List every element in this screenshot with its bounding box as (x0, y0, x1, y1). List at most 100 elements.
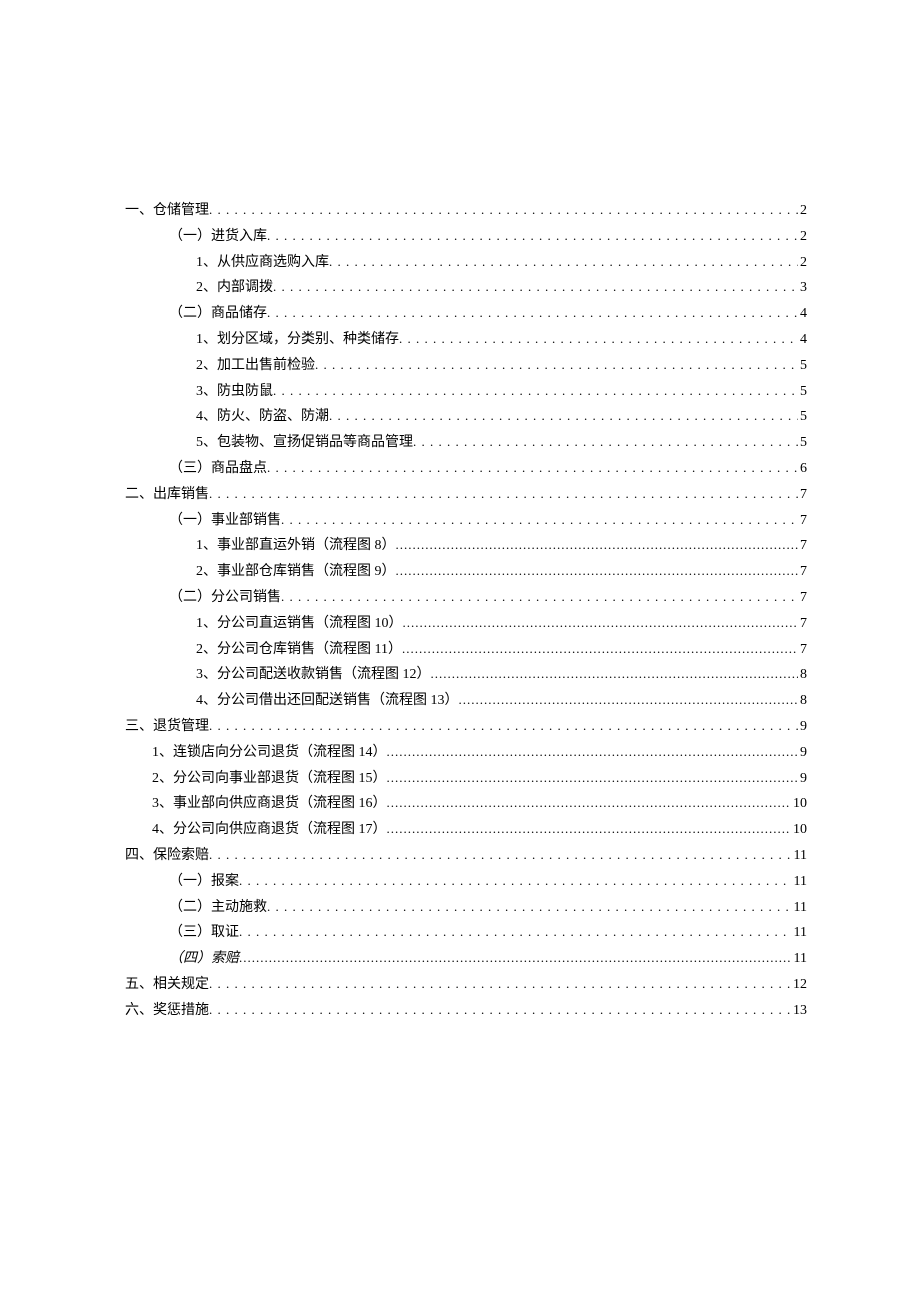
toc-entry[interactable]: （三）商品盘点. . . . . . . . . . . . . . . . .… (125, 456, 807, 482)
toc-entry[interactable]: 四、保险索赔. . . . . . . . . . . . . . . . . … (125, 843, 807, 869)
toc-entry-title: 二、出库销售 (125, 483, 209, 508)
toc-entry-title: 2、内部调拨 (196, 276, 273, 301)
toc-leader-dots: . . . . . . . . . . . . . . . . . . . . … (399, 327, 798, 352)
toc-entry-title: （三）取证 (169, 921, 239, 946)
toc-entry[interactable]: 4、分公司向供应商退货（流程图 17） ....................… (125, 817, 807, 843)
toc-entry[interactable]: 1、从供应商选购入库 . . . . . . . . . . . . . . .… (125, 250, 807, 276)
toc-entry[interactable]: 1、事业部直运外销（流程图 8） .......................… (125, 533, 807, 559)
toc-entry-page: 9 (798, 715, 807, 740)
toc-entry[interactable]: （一）报案. . . . . . . . . . . . . . . . . .… (125, 869, 807, 895)
toc-entry-title: 2、加工出售前检验 (196, 354, 315, 379)
toc-entry-title: 4、分公司借出还回配送销售（流程图 13） (196, 689, 459, 714)
toc-entry-page: 5 (798, 354, 807, 379)
toc-entry[interactable]: 2、加工出售前检验 . . . . . . . . . . . . . . . … (125, 353, 807, 379)
toc-entry-page: 5 (798, 380, 807, 405)
toc-entry[interactable]: 5、包装物、宣扬促销品等商品管理 . . . . . . . . . . . .… (125, 430, 807, 456)
toc-entry[interactable]: （一）事业部销售. . . . . . . . . . . . . . . . … (125, 508, 807, 534)
toc-entry-page: 9 (798, 741, 807, 766)
toc-entry[interactable]: 3、防虫防鼠 . . . . . . . . . . . . . . . . .… (125, 379, 807, 405)
toc-entry[interactable]: 1、划分区域，分类别、种类储存 . . . . . . . . . . . . … (125, 327, 807, 353)
toc-entry-page: 4 (798, 302, 807, 327)
toc-entry[interactable]: 3、分公司配送收款销售（流程图 12） ....................… (125, 662, 807, 688)
toc-entry-title: 3、事业部向供应商退货（流程图 16） (152, 792, 387, 817)
toc-leader-dots: ........................................… (403, 611, 799, 636)
toc-leader-dots: . . . . . . . . . . . . . . . . . . . . … (209, 482, 798, 507)
toc-entry[interactable]: （二）分公司销售. . . . . . . . . . . . . . . . … (125, 585, 807, 611)
toc-leader-dots: ........................................… (239, 946, 792, 971)
toc-leader-dots: . . . . . . . . . . . . . . . . . . . . … (315, 353, 798, 378)
toc-entry-page: 2 (798, 225, 807, 250)
toc-leader-dots: . . . . . . . . . . . . . . . . . . . . … (267, 456, 798, 481)
toc-entry-title: 六、奖惩措施 (125, 999, 209, 1024)
toc-leader-dots: . . . . . . . . . . . . . . . . . . . . … (413, 430, 798, 455)
toc-entry[interactable]: （二）商品储存. . . . . . . . . . . . . . . . .… (125, 301, 807, 327)
toc-entry-page: 11 (792, 921, 807, 946)
toc-entry-title: 3、分公司配送收款销售（流程图 12） (196, 663, 431, 688)
toc-entry-title: 4、防火、防盗、防潮 (196, 405, 329, 430)
toc-entry[interactable]: 2、事业部仓库销售（流程图 9） .......................… (125, 559, 807, 585)
toc-entry-title: 2、事业部仓库销售（流程图 9） (196, 560, 396, 585)
toc-entry-page: 3 (798, 276, 807, 301)
toc-entry-page: 7 (798, 586, 807, 611)
toc-entry-title: 1、事业部直运外销（流程图 8） (196, 534, 396, 559)
table-of-contents: 一、仓储管理. . . . . . . . . . . . . . . . . … (125, 198, 807, 1024)
toc-leader-dots: . . . . . . . . . . . . . . . . . . . . … (209, 998, 791, 1023)
toc-entry-title: （一）进货入库 (169, 225, 267, 250)
toc-entry[interactable]: 2、分公司向事业部退货（流程图 15） ....................… (125, 766, 807, 792)
toc-entry-page: 13 (791, 999, 807, 1024)
toc-entry-title: （三）商品盘点 (169, 457, 267, 482)
toc-leader-dots: . . . . . . . . . . . . . . . . . . . . … (239, 869, 792, 894)
toc-leader-dots: . . . . . . . . . . . . . . . . . . . . … (239, 920, 792, 945)
toc-entry-page: 5 (798, 405, 807, 430)
toc-entry[interactable]: 二、出库销售. . . . . . . . . . . . . . . . . … (125, 482, 807, 508)
toc-entry-title: 3、防虫防鼠 (196, 380, 273, 405)
toc-entry-page: 11 (792, 844, 807, 869)
toc-entry[interactable]: （四）索赔...................................… (125, 946, 807, 972)
toc-leader-dots: ........................................… (459, 688, 799, 713)
toc-entry-title: 1、分公司直运销售（流程图 10） (196, 612, 403, 637)
toc-leader-dots: . . . . . . . . . . . . . . . . . . . . … (267, 301, 798, 326)
toc-entry[interactable]: （二）主动施救. . . . . . . . . . . . . . . . .… (125, 895, 807, 921)
toc-leader-dots: . . . . . . . . . . . . . . . . . . . . … (273, 379, 798, 404)
toc-entry-page: 10 (791, 792, 807, 817)
toc-leader-dots: ........................................… (387, 740, 799, 765)
toc-entry[interactable]: 六、奖惩措施. . . . . . . . . . . . . . . . . … (125, 998, 807, 1024)
toc-entry[interactable]: （三）取证. . . . . . . . . . . . . . . . . .… (125, 920, 807, 946)
toc-entry-page: 4 (798, 328, 807, 353)
toc-entry-title: （一）事业部销售 (169, 509, 281, 534)
toc-leader-dots: . . . . . . . . . . . . . . . . . . . . … (209, 198, 798, 223)
toc-leader-dots: . . . . . . . . . . . . . . . . . . . . … (329, 404, 798, 429)
toc-leader-dots: . . . . . . . . . . . . . . . . . . . . … (209, 714, 798, 739)
toc-entry[interactable]: 一、仓储管理. . . . . . . . . . . . . . . . . … (125, 198, 807, 224)
toc-entry-title: 5、包装物、宣扬促销品等商品管理 (196, 431, 413, 456)
toc-entry-title: （四）索赔 (169, 947, 239, 972)
toc-entry-page: 6 (798, 457, 807, 482)
toc-entry-page: 8 (798, 689, 807, 714)
toc-leader-dots: ........................................… (387, 791, 792, 816)
toc-entry[interactable]: 4、分公司借出还回配送销售（流程图 13） ..................… (125, 688, 807, 714)
toc-entry[interactable]: 三、退货管理. . . . . . . . . . . . . . . . . … (125, 714, 807, 740)
toc-leader-dots: ........................................… (431, 662, 799, 687)
toc-entry-title: （二）商品储存 (169, 302, 267, 327)
toc-entry[interactable]: （一）进货入库. . . . . . . . . . . . . . . . .… (125, 224, 807, 250)
toc-entry[interactable]: 1、分公司直运销售（流程图 10） ......................… (125, 611, 807, 637)
toc-entry-title: 1、从供应商选购入库 (196, 251, 329, 276)
toc-entry[interactable]: 2、分公司仓库销售（流程图 11） ......................… (125, 637, 807, 663)
toc-entry-title: 三、退货管理 (125, 715, 209, 740)
toc-entry-title: （二）主动施救 (169, 896, 267, 921)
toc-leader-dots: . . . . . . . . . . . . . . . . . . . . … (281, 508, 798, 533)
toc-entry-page: 11 (792, 947, 807, 972)
toc-entry[interactable]: 五、相关规定. . . . . . . . . . . . . . . . . … (125, 972, 807, 998)
toc-entry-page: 11 (792, 896, 807, 921)
toc-entry-title: 四、保险索赔 (125, 844, 209, 869)
toc-leader-dots: . . . . . . . . . . . . . . . . . . . . … (209, 843, 792, 868)
toc-entry[interactable]: 2、内部调拨 . . . . . . . . . . . . . . . . .… (125, 275, 807, 301)
toc-entry-page: 2 (798, 199, 807, 224)
toc-entry[interactable]: 3、事业部向供应商退货（流程图 16） ....................… (125, 791, 807, 817)
toc-entry-title: 五、相关规定 (125, 973, 209, 998)
toc-entry[interactable]: 1、连锁店向分公司退货（流程图 14） ....................… (125, 740, 807, 766)
toc-entry-page: 7 (798, 483, 807, 508)
toc-leader-dots: . . . . . . . . . . . . . . . . . . . . … (209, 972, 791, 997)
toc-entry-page: 7 (798, 612, 807, 637)
toc-entry[interactable]: 4、防火、防盗、防潮 . . . . . . . . . . . . . . .… (125, 404, 807, 430)
